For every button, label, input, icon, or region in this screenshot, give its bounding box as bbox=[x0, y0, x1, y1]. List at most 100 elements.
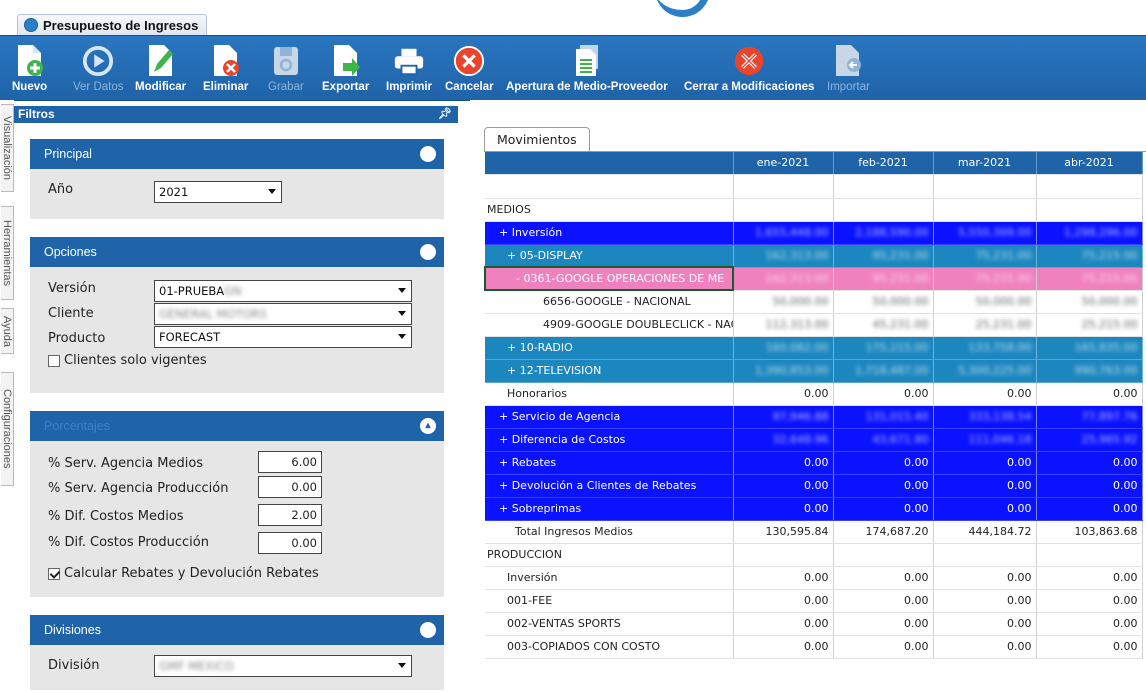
row-value-cell[interactable] bbox=[1036, 543, 1143, 567]
row-label[interactable]: + 05-DISPLAY bbox=[485, 244, 734, 268]
table-row[interactable]: PRODUCCION bbox=[485, 543, 1143, 567]
side-tab-visualizacion[interactable]: Visualización bbox=[1, 104, 14, 192]
row-value-cell[interactable]: 0.00 bbox=[833, 635, 934, 659]
row-value-cell[interactable]: 50,000.00 bbox=[933, 290, 1037, 314]
table-row[interactable]: 6656-GOOGLE - NACIONAL 50,000.00 50,000.00… bbox=[485, 290, 1143, 314]
column-header-concepto[interactable] bbox=[485, 152, 734, 175]
row-value-cell[interactable]: 75,215.00 bbox=[1036, 244, 1143, 268]
table-row[interactable]: - 0361-GOOGLE OPERACIONES DE ME 162,313.0… bbox=[484, 266, 1143, 291]
row-label[interactable]: + 12-TELEVISION bbox=[485, 359, 734, 383]
serv-agencia-medios-input[interactable]: 6.00 bbox=[258, 451, 322, 473]
row-value-cell[interactable]: 444,184.72 bbox=[933, 520, 1037, 544]
row-value-cell[interactable] bbox=[833, 174, 934, 199]
producto-select[interactable]: FORECAST bbox=[154, 326, 412, 348]
row-value-cell[interactable]: 50,000.00 bbox=[833, 290, 934, 314]
row-value-cell[interactable]: 0.00 bbox=[1036, 589, 1143, 613]
collapse-icon[interactable] bbox=[420, 146, 436, 162]
row-value-cell[interactable]: 112,313.00 bbox=[733, 313, 834, 337]
row-value-cell[interactable]: 0.00 bbox=[1036, 566, 1143, 590]
row-value-cell[interactable]: 0.00 bbox=[1036, 612, 1143, 636]
table-row[interactable]: + 12-TELEVISION 1,390,853.00 1,718,487.00 5… bbox=[485, 359, 1143, 383]
row-label[interactable]: Honorarios bbox=[485, 382, 734, 406]
row-value-cell[interactable] bbox=[1036, 174, 1143, 199]
row-value-cell[interactable]: 0.00 bbox=[933, 451, 1037, 475]
row-value-cell[interactable]: 25,215.00 bbox=[1036, 313, 1143, 337]
row-value-cell[interactable]: 75,231.00 bbox=[933, 267, 1037, 291]
imprimir-button[interactable]: Imprimir bbox=[386, 44, 432, 93]
row-value-cell[interactable]: 0.00 bbox=[733, 589, 834, 613]
tab-movimientos[interactable]: Movimientos bbox=[484, 127, 590, 152]
table-row[interactable]: + 05-DISPLAY 162,313.00 95,231.00 75,231.00… bbox=[485, 244, 1143, 268]
row-label[interactable]: + Diferencia de Costos bbox=[485, 428, 734, 452]
table-row[interactable]: + Inversión 1,655,448.00 2,188,590.00 5,550… bbox=[485, 221, 1143, 245]
row-value-cell[interactable]: 32,648.96 bbox=[733, 428, 834, 452]
dif-costos-medios-input[interactable]: 2.00 bbox=[258, 504, 322, 526]
row-value-cell[interactable] bbox=[733, 543, 834, 567]
row-label[interactable]: - 0361-GOOGLE OPERACIONES DE ME bbox=[484, 266, 734, 291]
row-value-cell[interactable]: 103,863.68 bbox=[1036, 520, 1143, 544]
row-value-cell[interactable]: 0.00 bbox=[833, 382, 934, 406]
row-label[interactable] bbox=[485, 174, 734, 199]
row-label[interactable]: 6656-GOOGLE - NACIONAL bbox=[485, 290, 734, 314]
row-value-cell[interactable]: 0.00 bbox=[933, 612, 1037, 636]
row-label[interactable]: 001-FEE bbox=[485, 589, 734, 613]
row-value-cell[interactable] bbox=[833, 543, 934, 567]
opciones-section-header[interactable]: Opciones bbox=[30, 237, 444, 267]
table-row[interactable]: 4909-GOOGLE DOUBLECLICK - NAC 112,313.00 4… bbox=[485, 313, 1143, 337]
table-row[interactable]: 001-FEE 0.00 0.00 0.00 0.00 bbox=[485, 589, 1143, 613]
row-label[interactable]: 002-VENTAS SPORTS bbox=[485, 612, 734, 636]
cerrar-modificaciones-button[interactable]: Cerrar a Modificaciones bbox=[684, 44, 814, 93]
row-value-cell[interactable]: 95,231.00 bbox=[833, 267, 934, 291]
row-value-cell[interactable]: 5,300,225.00 bbox=[933, 359, 1037, 383]
row-label[interactable]: + Sobreprimas bbox=[485, 497, 734, 521]
row-value-cell[interactable]: 165,835.00 bbox=[1036, 336, 1143, 360]
row-value-cell[interactable]: 131,015.40 bbox=[833, 405, 934, 429]
table-row[interactable]: 003-COPIADOS CON COSTO 0.00 0.00 0.00 0.00 bbox=[485, 635, 1143, 659]
row-value-cell[interactable]: 0.00 bbox=[1036, 382, 1143, 406]
row-value-cell[interactable]: 0.00 bbox=[833, 612, 934, 636]
clientes-vigentes-checkbox[interactable]: Clientes solo vigentes bbox=[48, 353, 207, 368]
row-value-cell[interactable]: 75,215.00 bbox=[1036, 267, 1143, 291]
row-value-cell[interactable]: 45,231.00 bbox=[833, 313, 934, 337]
row-value-cell[interactable] bbox=[833, 198, 934, 222]
row-value-cell[interactable]: 0.00 bbox=[733, 635, 834, 659]
table-row[interactable]: Honorarios 0.00 0.00 0.00 0.00 bbox=[485, 382, 1143, 406]
row-value-cell[interactable]: 0.00 bbox=[933, 635, 1037, 659]
row-value-cell[interactable]: 0.00 bbox=[933, 497, 1037, 521]
row-value-cell[interactable]: 2,188,590.00 bbox=[833, 221, 934, 245]
row-value-cell[interactable] bbox=[933, 198, 1037, 222]
table-row[interactable]: + 10-RADIO 160,082.00 175,215.00 133,758.00… bbox=[485, 336, 1143, 360]
importar-button[interactable]: Importar bbox=[827, 44, 870, 93]
table-row[interactable]: + Rebates 0.00 0.00 0.00 0.00 bbox=[485, 451, 1143, 475]
apertura-medio-proveedor-button[interactable]: Apertura de Medio-Proveedor bbox=[506, 44, 668, 93]
row-label[interactable]: + Inversión bbox=[485, 221, 734, 245]
row-value-cell[interactable]: 50,000.00 bbox=[733, 290, 834, 314]
row-value-cell[interactable]: 174,687.20 bbox=[833, 520, 934, 544]
row-value-cell[interactable]: 333,138.54 bbox=[933, 405, 1037, 429]
row-value-cell[interactable] bbox=[933, 543, 1037, 567]
table-row[interactable] bbox=[485, 174, 1143, 199]
row-value-cell[interactable]: 0.00 bbox=[733, 566, 834, 590]
row-value-cell[interactable] bbox=[933, 174, 1037, 199]
row-value-cell[interactable]: 0.00 bbox=[833, 451, 934, 475]
row-value-cell[interactable]: 0.00 bbox=[933, 566, 1037, 590]
row-value-cell[interactable]: 43,671.80 bbox=[833, 428, 934, 452]
serv-agencia-produccion-input[interactable]: 0.00 bbox=[258, 476, 322, 498]
column-header-month[interactable]: mar-2021 bbox=[933, 152, 1037, 175]
row-value-cell[interactable]: 0.00 bbox=[833, 566, 934, 590]
row-value-cell[interactable]: 0.00 bbox=[933, 589, 1037, 613]
row-value-cell[interactable]: 0.00 bbox=[1036, 497, 1143, 521]
row-value-cell[interactable]: 0.00 bbox=[733, 451, 834, 475]
row-value-cell[interactable]: 0.00 bbox=[1036, 635, 1143, 659]
row-value-cell[interactable]: 130,595.84 bbox=[733, 520, 834, 544]
anio-select[interactable]: 2021 bbox=[154, 181, 282, 203]
row-value-cell[interactable]: 0.00 bbox=[833, 474, 934, 498]
table-row[interactable]: + Servicio de Agencia 97,946.88 131,015.40… bbox=[485, 405, 1143, 429]
row-value-cell[interactable]: 0.00 bbox=[833, 589, 934, 613]
row-value-cell[interactable]: 175,215.00 bbox=[833, 336, 934, 360]
row-value-cell[interactable]: 77,897.76 bbox=[1036, 405, 1143, 429]
row-value-cell[interactable] bbox=[733, 198, 834, 222]
row-value-cell[interactable]: 1,718,487.00 bbox=[833, 359, 934, 383]
row-label[interactable]: Inversión bbox=[485, 566, 734, 590]
grabar-button[interactable]: Grabar bbox=[268, 44, 304, 93]
